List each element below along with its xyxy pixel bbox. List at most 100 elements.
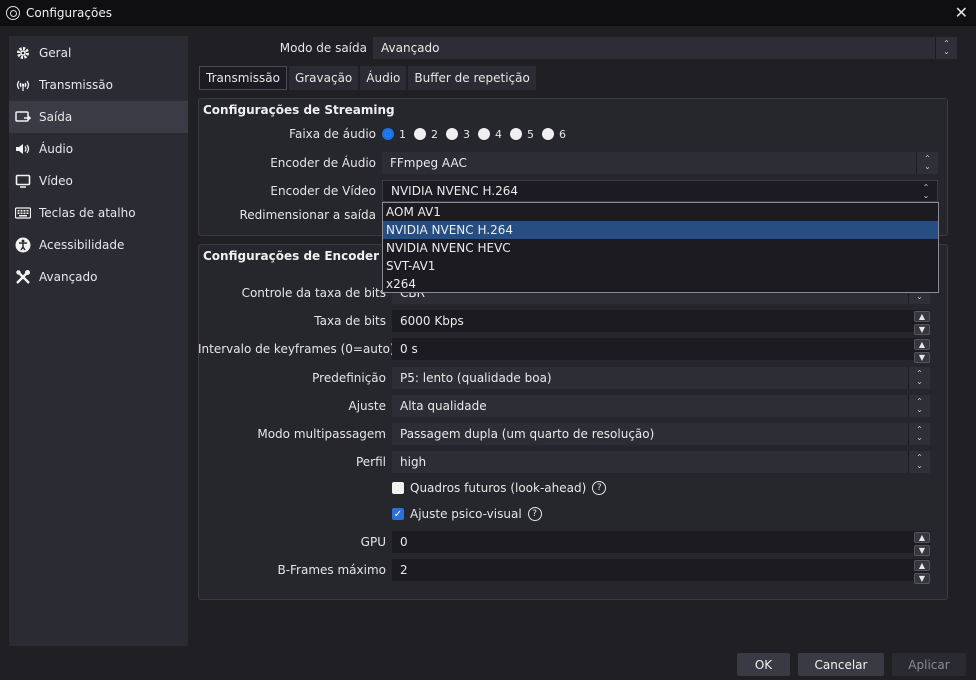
help-icon[interactable]: ? bbox=[592, 481, 607, 495]
sidebar-item-label: Acessibilidade bbox=[39, 238, 125, 252]
multipass-row: Modo multipassagem Passagem dupla (um qu… bbox=[198, 423, 930, 445]
ok-button[interactable]: OK bbox=[737, 653, 790, 676]
sidebar-item-stream[interactable]: Transmissão bbox=[9, 69, 188, 101]
audio-track-radios: 1 2 3 4 5 6 bbox=[382, 128, 574, 141]
profile-label: Perfil bbox=[355, 455, 386, 469]
dropdown-option[interactable]: AOM AV1 bbox=[383, 203, 938, 221]
checkbox-unchecked-icon bbox=[392, 482, 404, 494]
bframes-spinbox[interactable]: 2 ▲ ▼ bbox=[392, 559, 930, 584]
output-mode-label: Modo de saída bbox=[279, 41, 367, 55]
chevron-updown-icon: ⌃⌄ bbox=[935, 37, 957, 59]
rescale-label: Redimensionar a saída bbox=[239, 208, 376, 222]
audio-encoder-label: Encoder de Áudio bbox=[270, 156, 376, 170]
sidebar-item-accessibility[interactable]: Acessibilidade bbox=[9, 229, 188, 261]
radio-label: 4 bbox=[495, 127, 502, 141]
accessibility-icon bbox=[13, 237, 33, 253]
dropdown-option[interactable]: NVIDIA NVENC HEVC bbox=[383, 239, 938, 257]
tuning-label: Ajuste bbox=[348, 399, 387, 413]
apply-button[interactable]: Aplicar bbox=[892, 653, 966, 676]
radio-icon bbox=[414, 128, 426, 140]
title-bar: Configurações ✕ bbox=[0, 0, 976, 26]
lookahead-checkbox[interactable]: Quadros futuros (look-ahead) bbox=[392, 481, 586, 495]
video-encoder-select[interactable]: NVIDIA NVENC H.264 ⌃ ⌄ bbox=[382, 180, 938, 202]
audio-track-radio-5[interactable]: 5 bbox=[510, 128, 534, 141]
radio-label: 3 bbox=[463, 127, 470, 141]
bitrate-spinbox[interactable]: 6000 Kbps ▲ ▼ bbox=[392, 310, 930, 335]
spin-down-icon[interactable]: ▼ bbox=[914, 352, 930, 363]
bframes-label: B-Frames máximo bbox=[277, 563, 386, 577]
preset-select[interactable]: P5: lento (qualidade boa) ⌃ ⌄ bbox=[392, 367, 930, 389]
keyframe-spinbox[interactable]: 0 s ▲ ▼ bbox=[392, 338, 930, 363]
audio-track-radio-1[interactable]: 1 bbox=[382, 128, 406, 141]
radio-icon bbox=[542, 128, 554, 140]
spin-buttons[interactable]: ▲ ▼ bbox=[914, 559, 930, 584]
tab-replay-buffer[interactable]: Buffer de repetição bbox=[408, 66, 536, 90]
chevron-updown-icon: ⌃⌄ bbox=[908, 367, 930, 389]
spin-buttons[interactable]: ▲ ▼ bbox=[914, 338, 930, 363]
spin-up-icon[interactable]: ▲ bbox=[914, 532, 930, 543]
spin-down-icon[interactable]: ▼ bbox=[914, 573, 930, 584]
psycho-visual-label: Ajuste psico-visual bbox=[410, 507, 522, 521]
tab-streaming[interactable]: Transmissão bbox=[199, 66, 287, 90]
radio-label: 5 bbox=[527, 127, 534, 141]
streaming-group-title: Configurações de Streaming bbox=[203, 103, 395, 117]
spin-up-icon[interactable]: ▲ bbox=[914, 311, 930, 322]
sidebar-item-label: Áudio bbox=[39, 142, 74, 156]
spin-buttons[interactable]: ▲ ▼ bbox=[914, 310, 930, 335]
output-mode-select[interactable]: Avançado ⌃ ⌄ bbox=[373, 37, 957, 59]
multipass-select[interactable]: Passagem dupla (um quarto de resolução) … bbox=[392, 423, 930, 445]
sidebar-item-hotkeys[interactable]: Teclas de atalho bbox=[9, 197, 188, 229]
spin-down-icon[interactable]: ▼ bbox=[914, 545, 930, 556]
audio-encoder-value: FFmpeg AAC bbox=[390, 156, 467, 170]
tuning-row: Ajuste Alta qualidade ⌃ ⌄ bbox=[198, 395, 930, 417]
audio-track-radio-2[interactable]: 2 bbox=[414, 128, 438, 141]
sidebar-item-label: Avançado bbox=[39, 270, 98, 284]
tuning-value: Alta qualidade bbox=[400, 399, 487, 413]
spin-up-icon[interactable]: ▲ bbox=[914, 339, 930, 350]
monitor-icon bbox=[13, 173, 33, 189]
sidebar-item-audio[interactable]: Áudio bbox=[9, 133, 188, 165]
sidebar-item-label: Saída bbox=[39, 110, 73, 124]
tab-recording[interactable]: Gravação bbox=[288, 66, 359, 90]
close-icon[interactable]: ✕ bbox=[955, 3, 968, 22]
audio-track-radio-4[interactable]: 4 bbox=[478, 128, 502, 141]
sidebar-item-advanced[interactable]: Avançado bbox=[9, 261, 188, 293]
window-title: Configurações bbox=[26, 6, 112, 20]
spin-buttons[interactable]: ▲ ▼ bbox=[914, 531, 930, 556]
chevron-updown-icon: ⌃⌄ bbox=[908, 451, 930, 473]
settings-sidebar: Geral Transmissão Saída Áudio Vídeo Tecl… bbox=[9, 36, 188, 646]
preset-label: Predefinição bbox=[312, 371, 386, 385]
radio-icon bbox=[478, 128, 490, 140]
sidebar-item-general[interactable]: Geral bbox=[9, 37, 188, 69]
encoder-group-title: Configurações de Encoder bbox=[203, 249, 380, 263]
profile-select[interactable]: high ⌃ ⌄ bbox=[392, 451, 930, 473]
lookahead-label: Quadros futuros (look-ahead) bbox=[410, 481, 587, 495]
checkbox-checked-icon: ✓ bbox=[392, 508, 404, 520]
sidebar-item-video[interactable]: Vídeo bbox=[9, 165, 188, 197]
profile-value: high bbox=[400, 455, 427, 469]
bitrate-row: Taxa de bits 6000 Kbps ▲ ▼ bbox=[198, 310, 930, 335]
tuning-select[interactable]: Alta qualidade ⌃ ⌄ bbox=[392, 395, 930, 417]
help-icon[interactable]: ? bbox=[527, 507, 542, 521]
chevron-updown-icon: ⌃⌄ bbox=[922, 183, 930, 200]
spin-down-icon[interactable]: ▼ bbox=[914, 324, 930, 335]
keyframe-value: 0 s bbox=[400, 342, 418, 356]
chevron-updown-icon: ⌃⌄ bbox=[908, 423, 930, 445]
bframes-row: B-Frames máximo 2 ▲ ▼ bbox=[198, 559, 930, 584]
video-encoder-value: NVIDIA NVENC H.264 bbox=[391, 184, 518, 198]
audio-encoder-select[interactable]: FFmpeg AAC ⌃ ⌄ bbox=[382, 152, 938, 174]
dropdown-option-selected[interactable]: NVIDIA NVENC H.264 bbox=[383, 221, 938, 239]
output-icon bbox=[13, 109, 33, 125]
gpu-spinbox[interactable]: 0 ▲ ▼ bbox=[392, 531, 930, 556]
sidebar-item-output[interactable]: Saída bbox=[9, 101, 188, 133]
sidebar-item-label: Vídeo bbox=[39, 174, 73, 188]
dropdown-option[interactable]: SVT-AV1 bbox=[383, 257, 938, 275]
cancel-button[interactable]: Cancelar bbox=[798, 653, 884, 676]
dropdown-option[interactable]: x264 bbox=[383, 275, 938, 293]
psycho-visual-checkbox[interactable]: ✓ Ajuste psico-visual bbox=[392, 507, 522, 521]
keyframe-label: Intervalo de keyframes (0=auto) bbox=[198, 342, 395, 356]
spin-up-icon[interactable]: ▲ bbox=[914, 560, 930, 571]
audio-track-radio-6[interactable]: 6 bbox=[542, 128, 566, 141]
audio-track-radio-3[interactable]: 3 bbox=[446, 128, 470, 141]
tab-audio[interactable]: Áudio bbox=[360, 66, 407, 90]
